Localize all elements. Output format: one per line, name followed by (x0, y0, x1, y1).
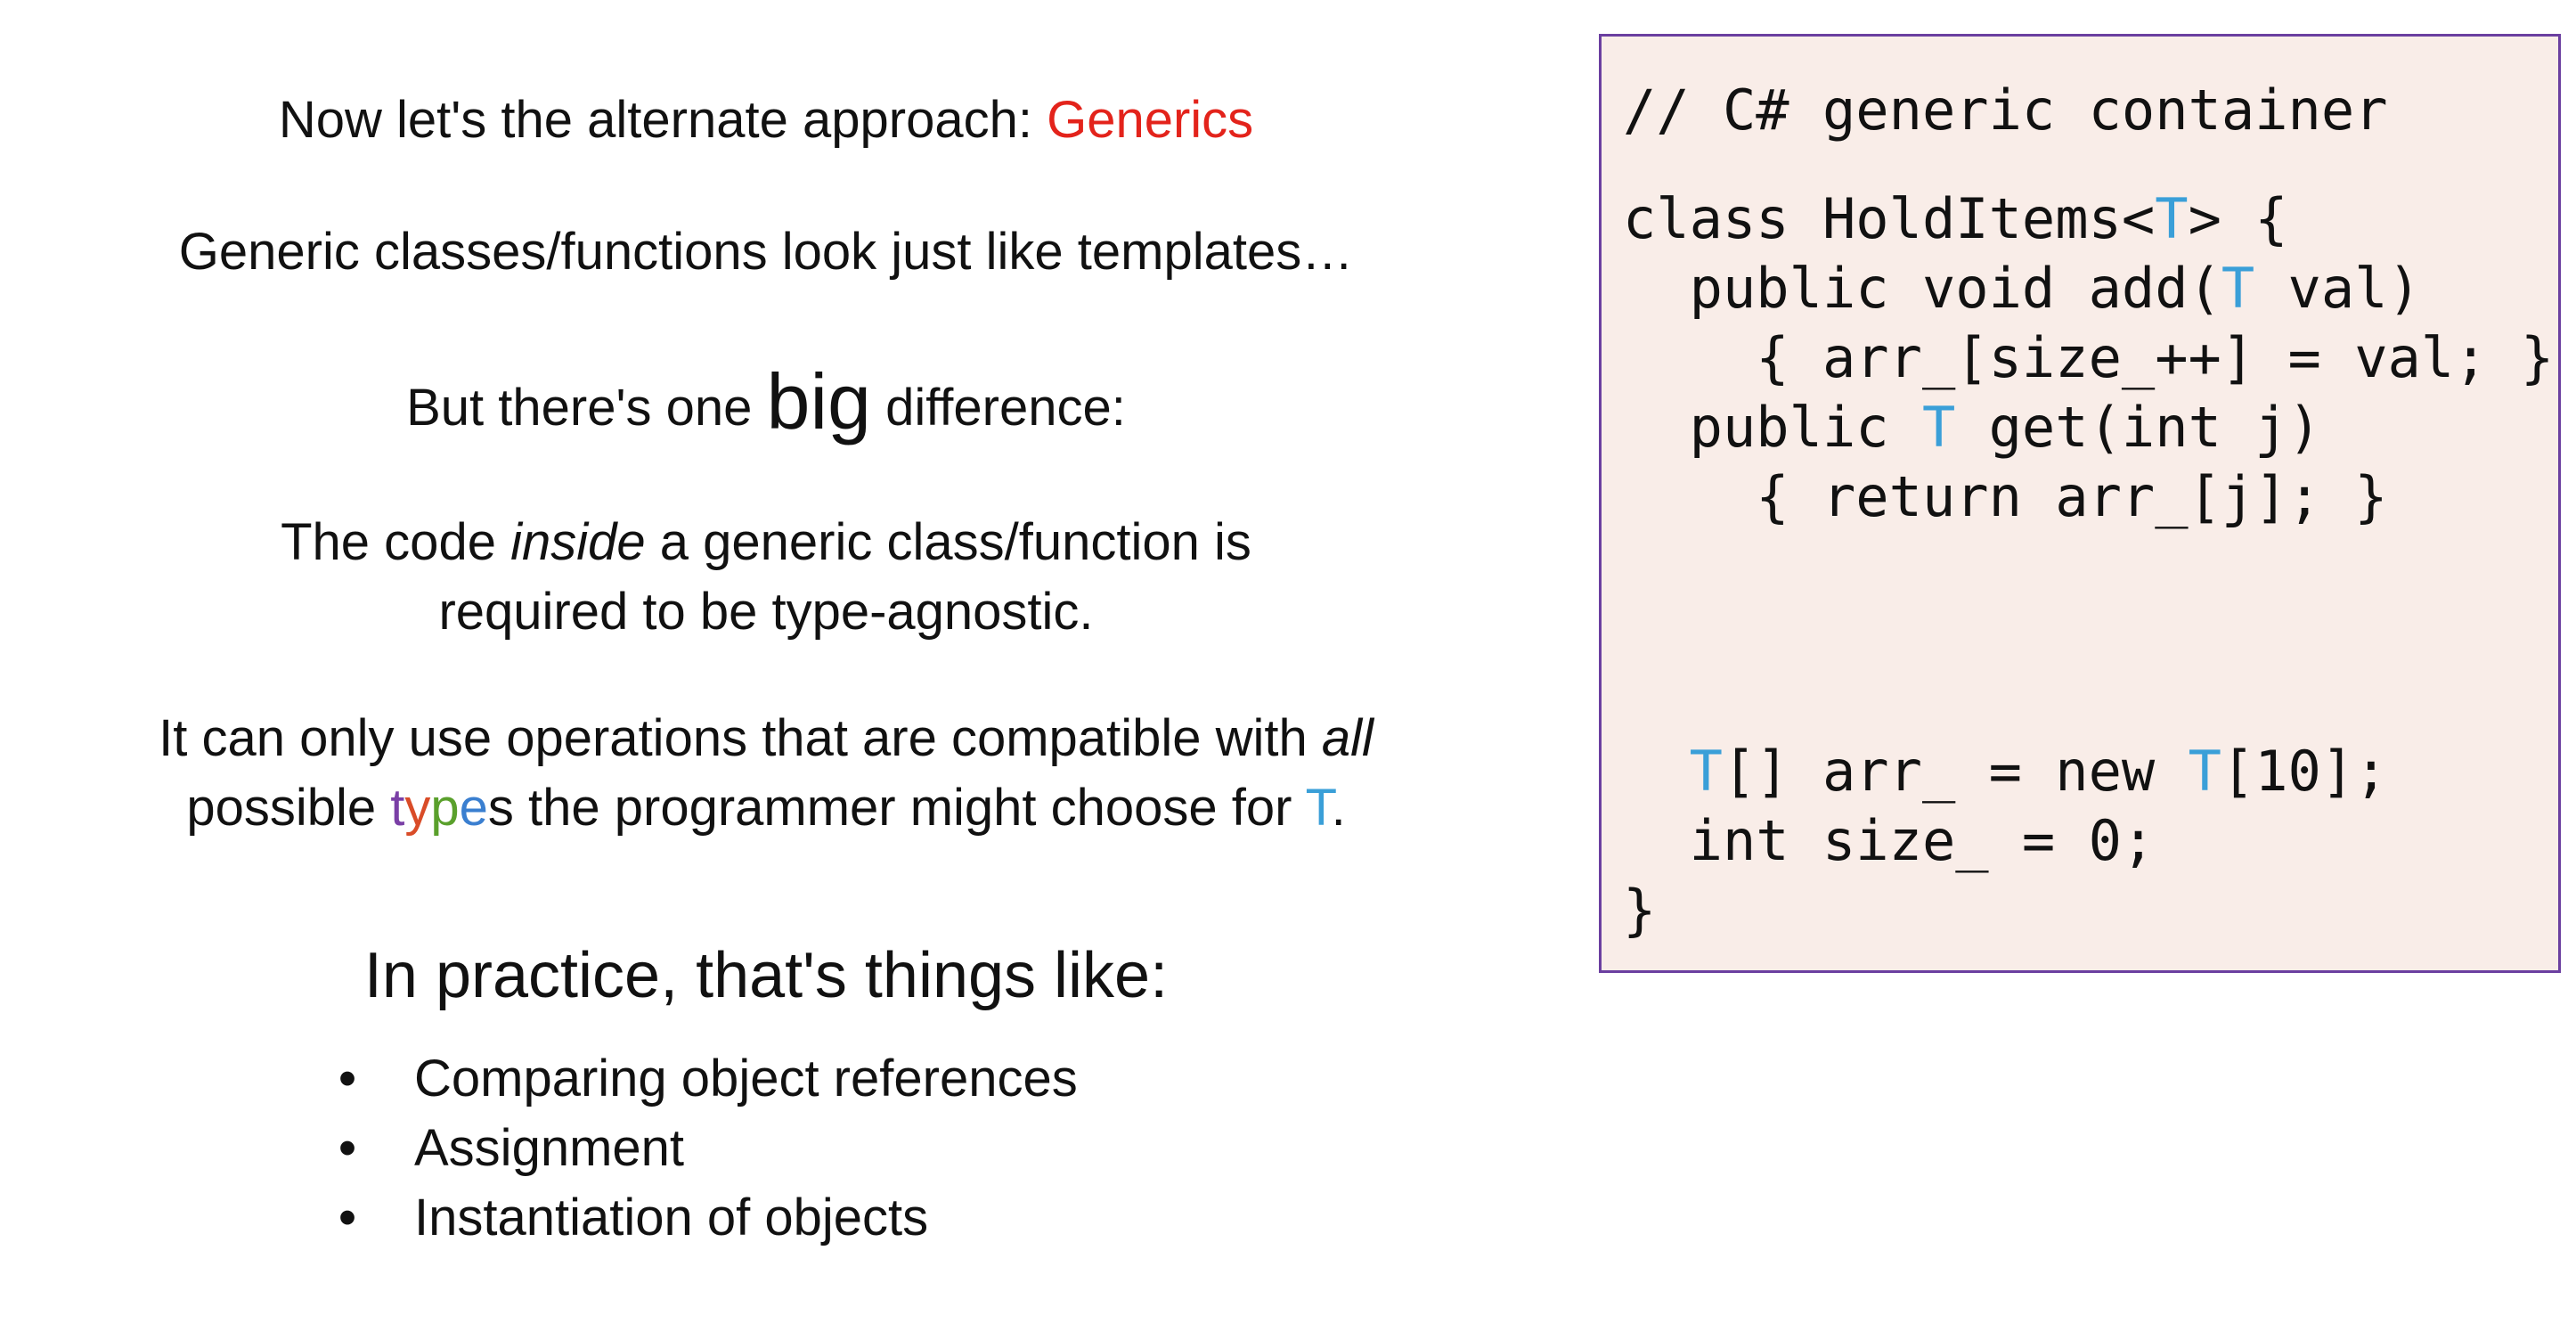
list-item: • Instantiation of objects (330, 1183, 1078, 1253)
type-agnostic-line-2: required to be type-agnostic. (438, 583, 1094, 641)
code-fields: T[] arr_ = new T[10]; int size_ = 0; } (1623, 739, 2388, 943)
big-word: big (766, 357, 871, 445)
code-panel: // C# generic container class HoldItems<… (1599, 34, 2561, 973)
type-param-T: T (1305, 779, 1332, 837)
bullet-icon: • (338, 1189, 357, 1246)
inside-italic: inside (510, 513, 646, 571)
all-italic: all (1321, 709, 1374, 767)
list-item: • Comparing object references (330, 1044, 1078, 1114)
slide-text: Now let's the alternate approach: Generi… (0, 0, 1532, 1324)
bullet-icon: • (338, 1050, 357, 1107)
practice-heading: In practice, that's things like: (363, 940, 1169, 1011)
bullet-icon: • (338, 1119, 357, 1177)
type-agnostic-line-1: The code inside a generic class/function… (281, 513, 1251, 571)
templates-line: Generic classes/functions look just like… (178, 223, 1354, 281)
code-block: class HoldItems<T> { public void add(T v… (1623, 186, 2555, 529)
intro-line: Now let's the alternate approach: Generi… (278, 91, 1254, 149)
operations-line-1: It can only use operations that are comp… (159, 709, 1374, 767)
practice-bullet-list: • Comparing object references • Assignment… (330, 1044, 1078, 1253)
operations-line-2: possible types the programmer might choo… (186, 779, 1346, 837)
list-item: • Assignment (330, 1114, 1078, 1183)
code-comment: // C# generic container (1623, 78, 2388, 143)
big-difference-line: But there's one big difference: (406, 357, 1126, 445)
generics-highlight: Generics (1047, 91, 1254, 149)
